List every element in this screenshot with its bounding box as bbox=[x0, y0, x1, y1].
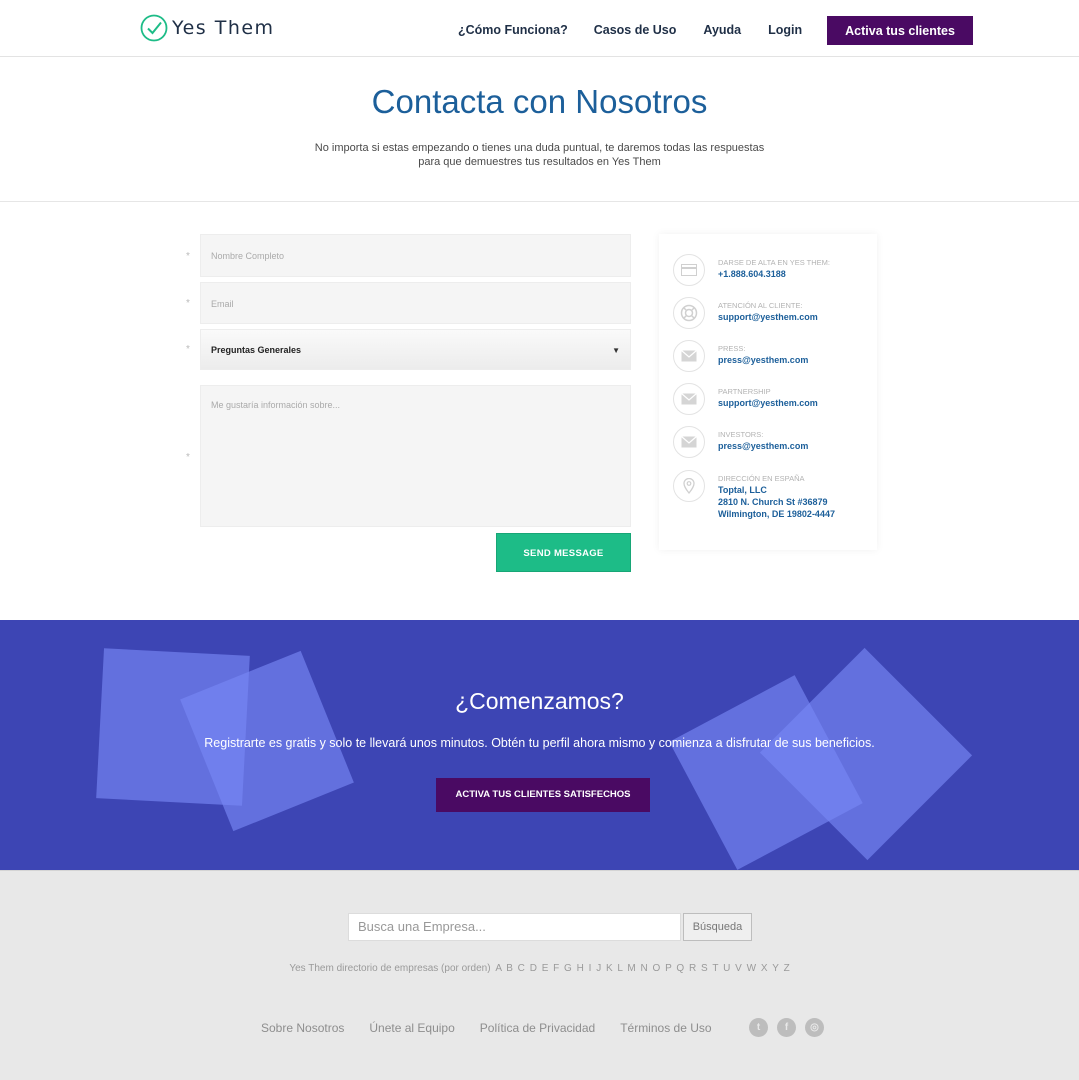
facebook-icon[interactable]: f bbox=[777, 1018, 796, 1037]
topic-select-value: Preguntas Generales bbox=[211, 345, 302, 355]
nav-help[interactable]: Ayuda bbox=[703, 15, 741, 45]
twitter-icon[interactable]: t bbox=[749, 1018, 768, 1037]
intro-section: Contacta con Nosotros No importa si esta… bbox=[0, 57, 1079, 202]
directory-letter[interactable]: K bbox=[606, 963, 613, 974]
directory-letter[interactable]: G bbox=[564, 963, 572, 974]
contact-label: PRESS: bbox=[718, 344, 746, 353]
directory-letter[interactable]: E bbox=[542, 963, 549, 974]
directory-letter[interactable]: D bbox=[530, 963, 537, 974]
nav-login[interactable]: Login bbox=[768, 15, 802, 45]
contact-phone[interactable]: +1.888.604.3188 bbox=[718, 268, 786, 280]
directory-letter[interactable]: T bbox=[712, 963, 718, 974]
directory-letter[interactable]: J bbox=[596, 963, 601, 974]
directory-letter[interactable]: C bbox=[518, 963, 525, 974]
directory-letter[interactable]: U bbox=[723, 963, 730, 974]
brand-name: Yes Them bbox=[172, 17, 275, 39]
directory-letter[interactable]: V bbox=[735, 963, 742, 974]
required-mark: * bbox=[186, 344, 190, 355]
location-pin-icon bbox=[673, 470, 705, 502]
directory-letter[interactable]: I bbox=[589, 963, 592, 974]
mail-icon bbox=[673, 426, 705, 458]
contact-label: ATENCIÓN AL CLIENTE: bbox=[718, 301, 803, 310]
social-links: t f ◎ bbox=[749, 1018, 833, 1037]
contact-label: DARSE DE ALTA EN YES THEM: bbox=[718, 258, 830, 267]
address-line: Wilmington, DE 19802-4447 bbox=[718, 509, 835, 519]
caret-down-icon: ▼ bbox=[612, 346, 620, 355]
required-mark: * bbox=[186, 251, 190, 262]
footer-link-join[interactable]: Únete al Equipo bbox=[369, 1021, 454, 1035]
footer-link-privacy[interactable]: Política de Privacidad bbox=[480, 1021, 595, 1035]
cta-subtitle: Registrarte es gratis y solo te llevará … bbox=[204, 736, 875, 750]
message-textarea[interactable]: Me gustaría información sobre... bbox=[200, 385, 631, 527]
directory-letter[interactable]: Y bbox=[772, 963, 779, 974]
activate-satisfied-clients-button[interactable]: ACTIVA TUS CLIENTES SATISFECHOS bbox=[436, 778, 650, 812]
directory-letter[interactable]: W bbox=[747, 963, 756, 974]
nav-how-it-works[interactable]: ¿Cómo Funciona? bbox=[458, 15, 568, 45]
company-directory: Yes Them directorio de empresas (por ord… bbox=[0, 963, 1079, 974]
check-circle-icon bbox=[140, 14, 168, 42]
footer-link-about[interactable]: Sobre Nosotros bbox=[261, 1021, 344, 1035]
activate-clients-button[interactable]: Activa tus clientes bbox=[827, 15, 973, 45]
directory-letter[interactable]: S bbox=[701, 963, 708, 974]
search-button[interactable]: Búsqueda bbox=[683, 913, 752, 941]
instagram-icon[interactable]: ◎ bbox=[805, 1018, 824, 1037]
contact-support-email[interactable]: support@yesthem.com bbox=[718, 311, 818, 323]
directory-letter[interactable]: Z bbox=[784, 963, 790, 974]
page-subtitle: No importa si estas empezando o tienes u… bbox=[310, 141, 770, 169]
cta-title: ¿Comenzamos? bbox=[455, 688, 624, 714]
lifebuoy-icon bbox=[673, 297, 705, 329]
card-icon bbox=[673, 254, 705, 286]
email-field[interactable]: Email bbox=[200, 282, 631, 324]
directory-letter[interactable]: R bbox=[689, 963, 696, 974]
contact-label: PARTNERSHIP bbox=[718, 387, 771, 396]
nav-use-cases[interactable]: Casos de Uso bbox=[594, 15, 677, 45]
address-line: Toptal, LLC bbox=[718, 485, 767, 495]
contact-info-card: DARSE DE ALTA EN YES THEM: +1.888.604.31… bbox=[659, 234, 877, 550]
directory-letter[interactable]: F bbox=[553, 963, 559, 974]
directory-letter[interactable]: N bbox=[641, 963, 648, 974]
page-title: Contacta con Nosotros bbox=[371, 83, 708, 120]
directory-letter[interactable]: X bbox=[761, 963, 768, 974]
cta-section: ¿Comenzamos? Registrarte es gratis y sol… bbox=[0, 620, 1079, 870]
mail-icon bbox=[673, 340, 705, 372]
directory-letter[interactable]: A bbox=[495, 963, 501, 974]
contact-investors-email[interactable]: press@yesthem.com bbox=[718, 440, 808, 452]
contact-press-email[interactable]: press@yesthem.com bbox=[718, 354, 808, 366]
directory-letter[interactable]: Q bbox=[676, 963, 684, 974]
contact-label: INVESTORS: bbox=[718, 430, 764, 439]
brand-logo[interactable]: Yes Them bbox=[140, 14, 275, 42]
site-header: Yes Them ¿Cómo Funciona? Casos de Uso Ay… bbox=[0, 0, 1079, 57]
address: Toptal, LLC 2810 N. Church St #36879 Wil… bbox=[718, 484, 835, 520]
contact-partnership-email[interactable]: support@yesthem.com bbox=[718, 397, 818, 409]
directory-letter[interactable]: P bbox=[665, 963, 672, 974]
required-mark: * bbox=[186, 298, 190, 309]
footer-links: Sobre Nosotros Únete al Equipo Política … bbox=[261, 1021, 712, 1035]
contact-label: DIRECCIÓN EN ESPAÑA bbox=[718, 474, 805, 483]
topic-select[interactable]: Preguntas Generales ▼ bbox=[200, 329, 631, 370]
mail-icon bbox=[673, 383, 705, 415]
name-field[interactable]: Nombre Completo bbox=[200, 234, 631, 277]
directory-letter[interactable]: M bbox=[627, 963, 635, 974]
company-search-input[interactable]: Busca una Empresa... bbox=[348, 913, 681, 941]
footer-link-terms[interactable]: Términos de Uso bbox=[620, 1021, 711, 1035]
directory-letter[interactable]: H bbox=[577, 963, 584, 974]
subtitle-line-1: No importa si estas empezando o tienes u… bbox=[314, 142, 765, 154]
main-nav: ¿Cómo Funciona? Casos de Uso Ayuda Login… bbox=[458, 15, 973, 45]
required-mark: * bbox=[186, 452, 190, 463]
directory-letter[interactable]: B bbox=[506, 963, 513, 974]
address-line: 2810 N. Church St #36879 bbox=[718, 497, 828, 507]
site-footer: Busca una Empresa... Búsqueda Yes Them d… bbox=[0, 870, 1079, 1080]
directory-label: Yes Them directorio de empresas (por ord… bbox=[289, 963, 491, 974]
subtitle-line-2: para que demuestres tus resultados en Ye… bbox=[418, 156, 661, 168]
directory-letter[interactable]: O bbox=[653, 963, 661, 974]
send-message-button[interactable]: SEND MESSAGE bbox=[496, 533, 631, 572]
directory-letter[interactable]: L bbox=[617, 963, 622, 974]
